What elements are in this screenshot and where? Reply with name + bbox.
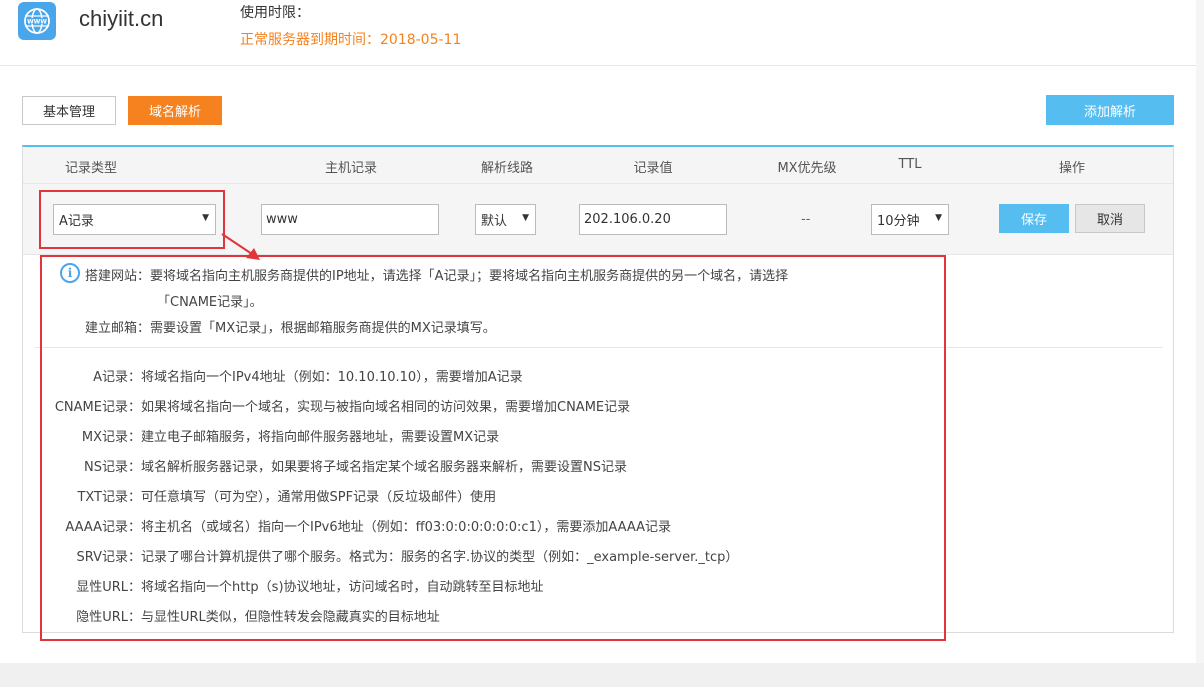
host-input[interactable]: www	[261, 204, 439, 235]
svg-text:WWW: WWW	[27, 18, 47, 25]
globe-www-icon: WWW	[18, 2, 56, 40]
usage-label: 使用时限：	[240, 5, 310, 21]
records-panel: 记录类型 主机记录 解析线路 记录值 MX优先级 TTL 操作 A记录 ▼ ww…	[22, 145, 1174, 641]
line-select[interactable]: 默认 ▼	[475, 204, 536, 235]
site-name: chiyiit.cn	[79, 6, 164, 31]
th-ttl: TTL	[898, 157, 922, 172]
ttl-select[interactable]: 10分钟 ▼	[871, 204, 949, 235]
value-input[interactable]: 202.106.0.20	[579, 204, 727, 235]
header: WWW chiyiit.cn 使用时限： 正常服务器到期时间：2018-05-1…	[0, 0, 1204, 66]
ttl-value: 10分钟	[877, 214, 920, 229]
usage-expiry: 正常服务器到期时间：2018-05-11	[240, 32, 462, 48]
th-action: 操作	[1058, 161, 1085, 176]
vertical-scrollbar[interactable]	[1196, 0, 1204, 663]
th-mx: MX优先级	[777, 161, 837, 176]
caret-down-icon: ▼	[522, 213, 529, 223]
th-host: 主机记录	[324, 161, 377, 176]
domain-resolve-button[interactable]: 域名解析	[128, 96, 222, 125]
th-line: 解析线路	[480, 161, 533, 176]
edit-row: A记录 ▼ www 默认 ▼ 202.106.0.20 -- 10分钟 ▼ 保存…	[23, 184, 1173, 255]
th-record-type: 记录类型	[64, 161, 117, 176]
highlight-box-record-type	[39, 190, 225, 249]
mx-priority-value: --	[801, 212, 811, 227]
cancel-button[interactable]: 取消	[1075, 204, 1145, 233]
annotation-arrow-icon	[221, 233, 260, 260]
help-section: i 搭建网站：要将域名指向主机服务商提供的IP地址，请选择「A记录」；要将域名指…	[23, 255, 1173, 641]
line-value: 默认	[481, 214, 508, 229]
add-resolve-button[interactable]: 添加解析	[1046, 95, 1174, 125]
save-button[interactable]: 保存	[999, 204, 1069, 233]
table-header: 记录类型 主机记录 解析线路 记录值 MX优先级 TTL 操作	[23, 147, 1173, 184]
highlight-box-help	[40, 255, 946, 641]
footer	[0, 663, 1204, 687]
basic-manage-button[interactable]: 基本管理	[22, 96, 116, 125]
th-value: 记录值	[633, 161, 673, 176]
caret-down-icon: ▼	[935, 213, 942, 223]
